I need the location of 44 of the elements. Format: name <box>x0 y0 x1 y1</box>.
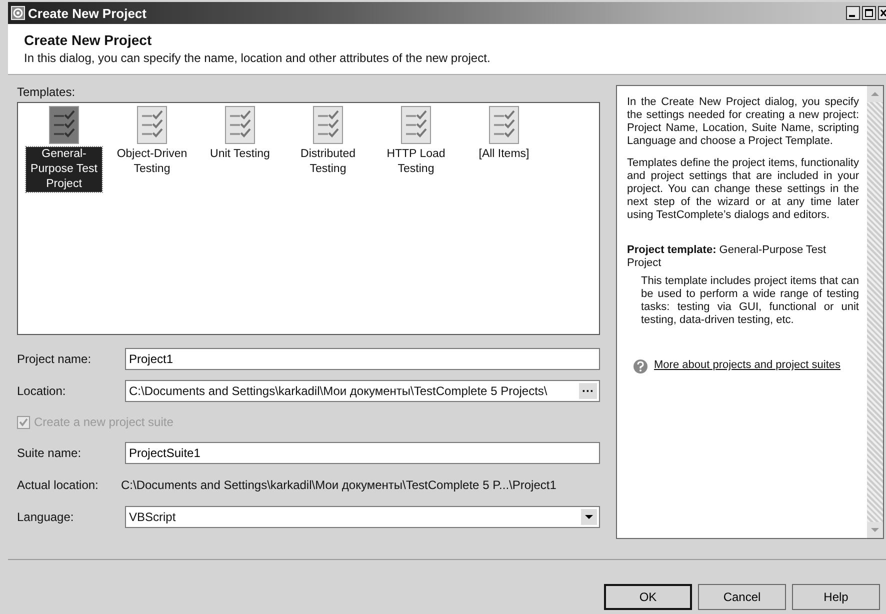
language-dropdown[interactable]: VBScript <box>125 506 600 528</box>
window-title: Create New Project <box>28 6 146 20</box>
checklist-icon[interactable] <box>313 106 343 144</box>
maximize-icon[interactable] <box>862 6 876 20</box>
templates-label: Templates: <box>17 85 76 99</box>
template-item[interactable]: General-Purpose Test Project <box>26 147 102 192</box>
actual-location-label: Actual location: <box>17 478 100 492</box>
template-description: This template includes project items that can be used to perform a wide range of testing tasks: testing via GUI, functional or unit testing, data-driven testing, etc. <box>641 275 859 327</box>
suite-name-field[interactable]: ProjectSuite1 <box>125 442 600 464</box>
template-item[interactable]: Distributed Testing <box>290 147 366 177</box>
dialog-description: In this dialog, you can specify the name, location and other attributes of the new project. <box>24 51 492 65</box>
app-icon <box>11 6 25 20</box>
dialog-button[interactable]: Help <box>792 584 880 610</box>
checklist-icon[interactable] <box>137 106 167 144</box>
project-name-field[interactable]: Project1 <box>125 348 600 370</box>
template-item[interactable]: HTTP Load Testing <box>378 147 454 177</box>
help-icon <box>633 359 648 374</box>
browse-button[interactable]: ··· <box>579 383 597 399</box>
scroll-down-icon[interactable] <box>867 522 883 538</box>
scrollbar[interactable] <box>867 86 883 538</box>
dialog-button[interactable]: OK <box>604 584 692 610</box>
create-suite-label: Create a new project suite <box>34 415 174 429</box>
help-paragraph: In the Create New Project dialog, you specify the settings needed for creating a new project: Project Name, Location, Suite Name, scripting Language and choose a Project Template. <box>627 96 859 148</box>
location-field[interactable]: C:\Documents and Settings\karkadil\Мои документы\TestComplete 5 Projects\ ··· <box>125 380 600 402</box>
project-name-label: Project name: <box>17 352 92 366</box>
template-heading: Project template: General-Purpose Test Project <box>627 244 828 270</box>
actual-location-value: C:\Documents and Settings\karkadil\Мои документы\TestComplete 5 P...\Project1 <box>121 478 556 492</box>
help-paragraph: Templates define the project items, functionality and project settings that are included in your project. You can change these settings in the next step of the wizard or at any time later using TestComplete’s dialogs and editors. <box>627 157 859 222</box>
more-info-link[interactable]: More about projects and project suites <box>654 359 840 372</box>
close-icon[interactable] <box>878 6 886 20</box>
checklist-icon[interactable] <box>401 106 431 144</box>
language-label: Language: <box>17 510 75 524</box>
checklist-icon[interactable] <box>489 106 519 144</box>
dialog-heading: Create New Project <box>24 32 153 48</box>
scroll-up-icon[interactable] <box>867 86 883 102</box>
suite-name-label: Suite name: <box>17 446 82 460</box>
template-item[interactable]: Unit Testing <box>209 147 271 162</box>
minimize-icon[interactable] <box>846 6 860 20</box>
dialog-button[interactable]: Cancel <box>698 584 786 610</box>
checklist-icon[interactable] <box>225 106 255 144</box>
template-item[interactable]: [All Items] <box>478 147 530 162</box>
location-label: Location: <box>17 384 67 398</box>
checklist-icon[interactable] <box>49 106 79 144</box>
template-item[interactable]: Object-Driven Testing <box>114 147 190 177</box>
